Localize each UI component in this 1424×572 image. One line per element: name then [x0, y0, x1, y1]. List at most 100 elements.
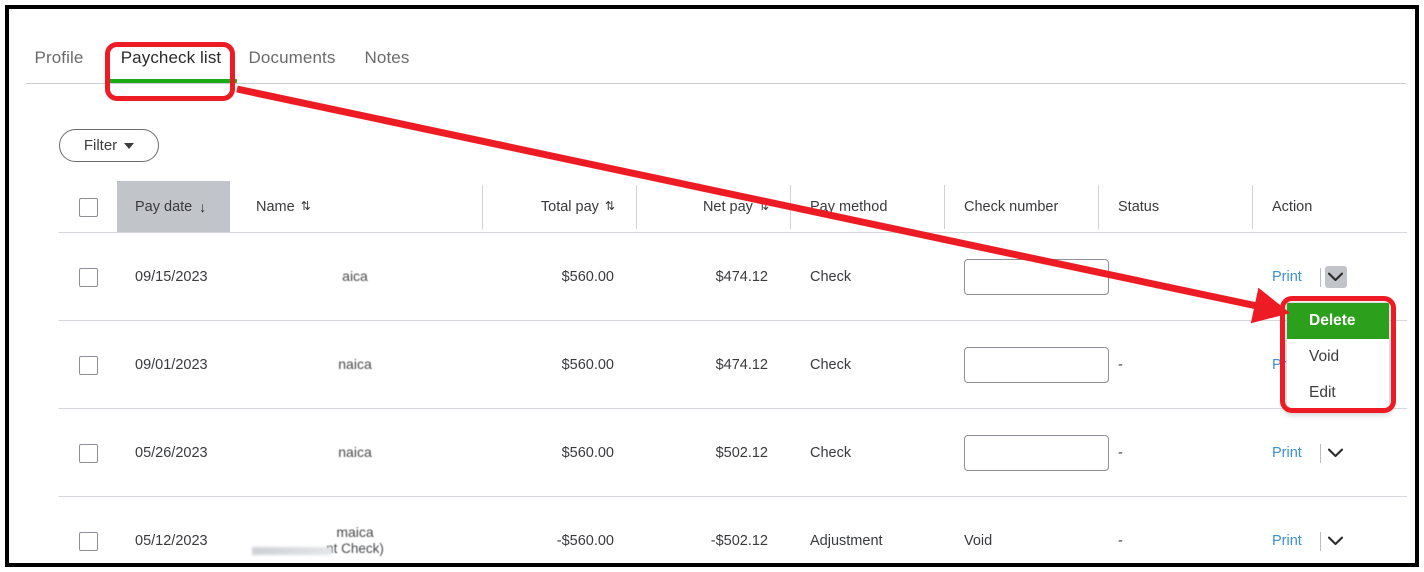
header-pay-method-label: Pay method — [810, 199, 888, 215]
cell-check-number — [944, 409, 1109, 497]
action-dropdown-group[interactable] — [1319, 530, 1347, 552]
tab-notes-label: Notes — [364, 48, 410, 67]
cell-total-pay: -$560.00 — [482, 497, 636, 563]
action-dropdown-group[interactable] — [1319, 442, 1347, 464]
employee-name: maica nt Check) — [252, 524, 384, 558]
cell-check-number: Void — [944, 497, 1098, 563]
cell-status: - — [1098, 409, 1252, 497]
cell-pay-date: 09/15/2023 — [117, 233, 230, 321]
tab-paycheck-list[interactable]: Paycheck list — [105, 41, 237, 83]
employee-name-value: aica — [342, 268, 368, 285]
cell-pay-date: 05/26/2023 — [117, 409, 230, 497]
cell-pay-date: 09/01/2023 — [117, 321, 230, 409]
header-divider — [944, 185, 945, 229]
print-link[interactable]: Print — [1272, 445, 1302, 461]
employee-name: aica — [342, 268, 368, 286]
cell-pay-method: Check — [790, 233, 944, 321]
row-select-cell — [59, 233, 117, 321]
net-pay-value: $502.12 — [715, 445, 768, 461]
check-number-input[interactable] — [964, 435, 1109, 471]
action-divider — [1319, 531, 1321, 551]
cell-status — [1098, 233, 1252, 321]
header-pay-date[interactable]: Pay date ↓ — [117, 181, 230, 233]
action-divider — [1319, 267, 1321, 287]
employee-name-note: nt Check) — [252, 541, 384, 558]
header-divider — [1252, 185, 1253, 229]
net-pay-value: $474.12 — [715, 357, 768, 373]
cell-net-pay: $474.12 — [636, 321, 790, 409]
total-pay-value: $560.00 — [561, 445, 614, 461]
redaction-bar — [252, 547, 333, 556]
header-check-number: Check number — [944, 181, 1098, 233]
row-checkbox[interactable] — [78, 443, 98, 463]
tab-notes[interactable]: Notes — [347, 41, 427, 83]
header-divider — [482, 185, 483, 229]
cell-total-pay: $560.00 — [482, 409, 636, 497]
employee-name: naica — [338, 356, 371, 374]
chevron-down-icon[interactable] — [1324, 266, 1347, 288]
action-divider — [1319, 443, 1321, 463]
tab-profile-label: Profile — [34, 48, 84, 67]
pay-method-value: Check — [810, 445, 852, 461]
header-name[interactable]: Name ⇅ — [230, 181, 480, 233]
cell-net-pay: -$502.12 — [636, 497, 790, 563]
tab-paycheck-list-label: Paycheck list — [120, 48, 222, 67]
row-select-cell — [59, 409, 117, 497]
net-pay-value: $474.12 — [715, 269, 768, 285]
table-header-row: Pay date ↓ Name ⇅ Total pay ⇅ Net pay ⇅ … — [59, 181, 1407, 233]
check-number-input[interactable] — [964, 259, 1109, 295]
filter-button[interactable]: Filter — [59, 129, 159, 162]
chevron-down-icon[interactable] — [1325, 530, 1347, 552]
header-divider — [1098, 185, 1099, 229]
tab-documents[interactable]: Documents — [237, 41, 347, 83]
cell-check-number — [944, 233, 1109, 321]
check-number-value: Void — [964, 533, 993, 549]
header-pay-date-label: Pay date — [135, 199, 193, 215]
cell-total-pay: $560.00 — [482, 321, 636, 409]
menu-item-edit[interactable]: Edit — [1287, 375, 1389, 411]
sort-toggle-icon: ⇅ — [758, 199, 769, 213]
tab-profile[interactable]: Profile — [23, 41, 95, 83]
header-divider — [790, 185, 791, 229]
table-row: 09/01/2023 naica $560.00 $474.12 Check - — [59, 321, 1407, 409]
cell-action: Print — [1252, 409, 1407, 497]
employee-name-note-value: nt Check) — [326, 541, 384, 557]
print-link[interactable]: Print — [1272, 533, 1302, 549]
chevron-down-icon[interactable] — [1325, 442, 1347, 464]
action-dropdown-menu: Delete Void Edit — [1286, 302, 1390, 412]
header-select-all — [59, 181, 117, 233]
header-total-pay[interactable]: Total pay ⇅ — [482, 181, 636, 233]
menu-item-delete-label: Delete — [1309, 312, 1356, 329]
table-row: 05/12/2023 maica nt Check) -$560.00 -$50… — [59, 497, 1407, 563]
cell-net-pay: $474.12 — [636, 233, 790, 321]
header-status: Status — [1098, 181, 1252, 233]
select-all-checkbox[interactable] — [78, 197, 98, 217]
cell-pay-method: Adjustment — [790, 497, 944, 563]
pay-date-value: 05/12/2023 — [135, 533, 208, 549]
action-dropdown-group[interactable] — [1319, 266, 1347, 288]
cell-net-pay: $502.12 — [636, 409, 790, 497]
check-number-input[interactable] — [964, 347, 1109, 383]
header-net-pay[interactable]: Net pay ⇅ — [636, 181, 790, 233]
employee-name-value: naica — [338, 444, 372, 461]
menu-item-void[interactable]: Void — [1287, 339, 1389, 375]
menu-item-void-label: Void — [1309, 348, 1340, 365]
row-checkbox[interactable] — [78, 267, 98, 287]
cell-name: naica — [230, 321, 480, 409]
menu-item-delete[interactable]: Delete — [1287, 303, 1389, 339]
pay-date-value: 05/26/2023 — [135, 445, 208, 461]
row-checkbox[interactable] — [78, 355, 98, 375]
header-net-pay-label: Net pay — [702, 199, 753, 215]
status-value: - — [1118, 533, 1123, 549]
row-select-cell — [59, 321, 117, 409]
row-checkbox[interactable] — [78, 531, 98, 551]
print-link[interactable]: Print — [1272, 269, 1302, 285]
paycheck-list-page: Profile Paycheck list Documents Notes Fi… — [9, 9, 1415, 563]
row-select-cell — [59, 497, 117, 563]
table-row: 05/26/2023 naica $560.00 $502.12 Check -… — [59, 409, 1407, 497]
header-check-number-label: Check number — [964, 199, 1059, 215]
header-total-pay-label: Total pay — [540, 199, 599, 215]
tab-documents-label: Documents — [248, 48, 336, 67]
cell-pay-method: Check — [790, 409, 944, 497]
pay-date-value: 09/01/2023 — [135, 357, 208, 373]
